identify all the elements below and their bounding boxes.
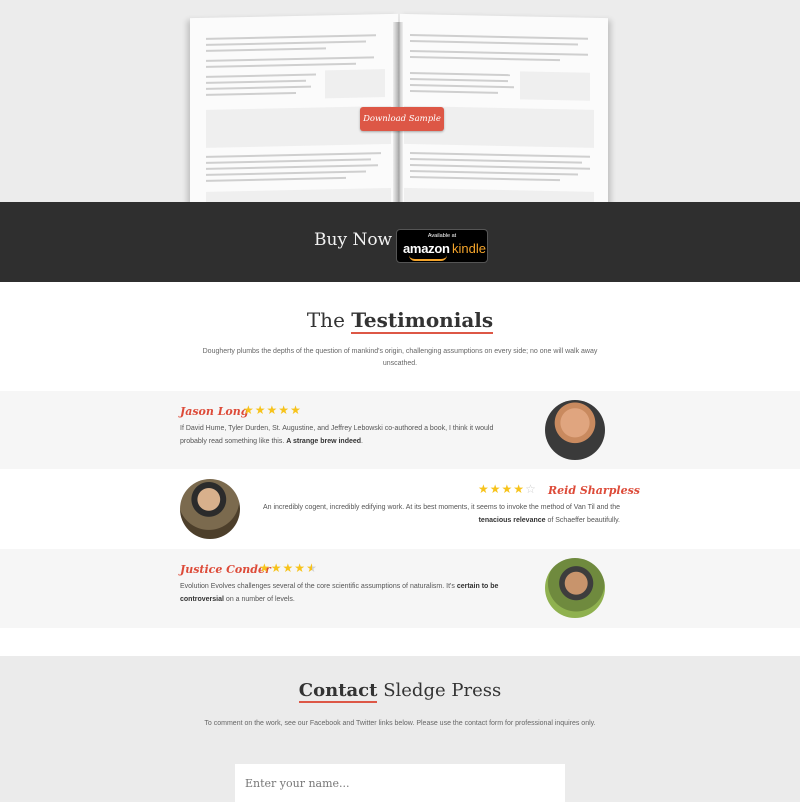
star-icon: ★ bbox=[294, 561, 307, 575]
star-icon: ★ bbox=[478, 482, 490, 496]
star-half-icon: ★ bbox=[306, 561, 318, 575]
contact-section: Contact Sledge Press To comment on the w… bbox=[0, 656, 800, 802]
amazon-kindle-button[interactable]: Available at amazon kindle bbox=[396, 229, 488, 263]
star-icon: ★ bbox=[254, 403, 267, 417]
amazon-logo: amazon bbox=[403, 241, 450, 256]
testimonials-subtitle: Dougherty plumbs the depths of the quest… bbox=[202, 348, 598, 367]
star-icon: ★ bbox=[290, 403, 302, 417]
testimonial-text: Evolution Evolves challenges several of … bbox=[180, 583, 499, 603]
contact-heading-rest: Sledge Press bbox=[383, 680, 502, 701]
star-icon: ★ bbox=[278, 403, 291, 417]
contact-heading: Contact Sledge Press bbox=[0, 680, 800, 703]
star-icon: ★ bbox=[243, 403, 255, 417]
testimonial-text: If David Hume, Tyler Durden, St. Augusti… bbox=[180, 425, 494, 445]
rating-stars: ★★★★★ bbox=[259, 561, 318, 575]
testimonials-heading-bold: Testimonials bbox=[351, 308, 494, 334]
star-icon: ★ bbox=[270, 561, 283, 575]
contact-subtitle: To comment on the work, see our Facebook… bbox=[204, 720, 596, 727]
amazon-smile-icon bbox=[409, 255, 447, 261]
reviewer-avatar bbox=[180, 479, 240, 539]
kindle-logo: kindle bbox=[452, 241, 486, 256]
star-icon: ★ bbox=[259, 561, 271, 575]
testimonials-heading: The Testimonials bbox=[0, 308, 800, 334]
reviewer-name: Justice Conder bbox=[180, 563, 271, 576]
reviewer-name: Reid Sharpless bbox=[548, 484, 640, 497]
contact-heading-bold: Contact bbox=[298, 680, 378, 703]
testimonial-row: Jason Long ★★★★★ If David Hume, Tyler Du… bbox=[0, 391, 800, 469]
rating-stars: ★★★★★ bbox=[243, 403, 302, 417]
reviewer-name: Jason Long bbox=[180, 405, 249, 418]
download-sample-button[interactable]: Download Sample bbox=[360, 107, 444, 131]
testimonial-text: An incredibly cogent, incredibly edifyin… bbox=[262, 504, 620, 524]
testimonials-heading-prefix: The bbox=[306, 308, 345, 332]
star-icon: ★ bbox=[501, 482, 514, 496]
star-icon: ★ bbox=[489, 482, 502, 496]
star-icon: ★ bbox=[513, 482, 526, 496]
testimonials-section: The Testimonials Dougherty plumbs the de… bbox=[0, 282, 800, 656]
open-book-image bbox=[190, 8, 610, 202]
badge-available-text: Available at bbox=[427, 233, 457, 239]
reviewer-avatar bbox=[545, 400, 605, 460]
star-empty-icon: ☆ bbox=[525, 482, 537, 496]
book-hero: Download Sample bbox=[0, 0, 800, 202]
star-icon: ★ bbox=[282, 561, 295, 575]
testimonial-highlight: A strange brew indeed bbox=[286, 438, 362, 445]
testimonial-row: ★★★★☆ Reid Sharpless An incredibly cogen… bbox=[0, 470, 800, 548]
star-icon: ★ bbox=[266, 403, 279, 417]
name-field[interactable] bbox=[235, 764, 565, 802]
rating-stars: ★★★★☆ bbox=[478, 482, 537, 496]
buy-now-label: Buy Now bbox=[314, 230, 393, 250]
testimonial-highlight: tenacious relevance bbox=[478, 517, 546, 524]
reviewer-avatar bbox=[545, 558, 605, 618]
testimonial-row: Justice Conder ★★★★★ Evolution Evolves c… bbox=[0, 549, 800, 628]
